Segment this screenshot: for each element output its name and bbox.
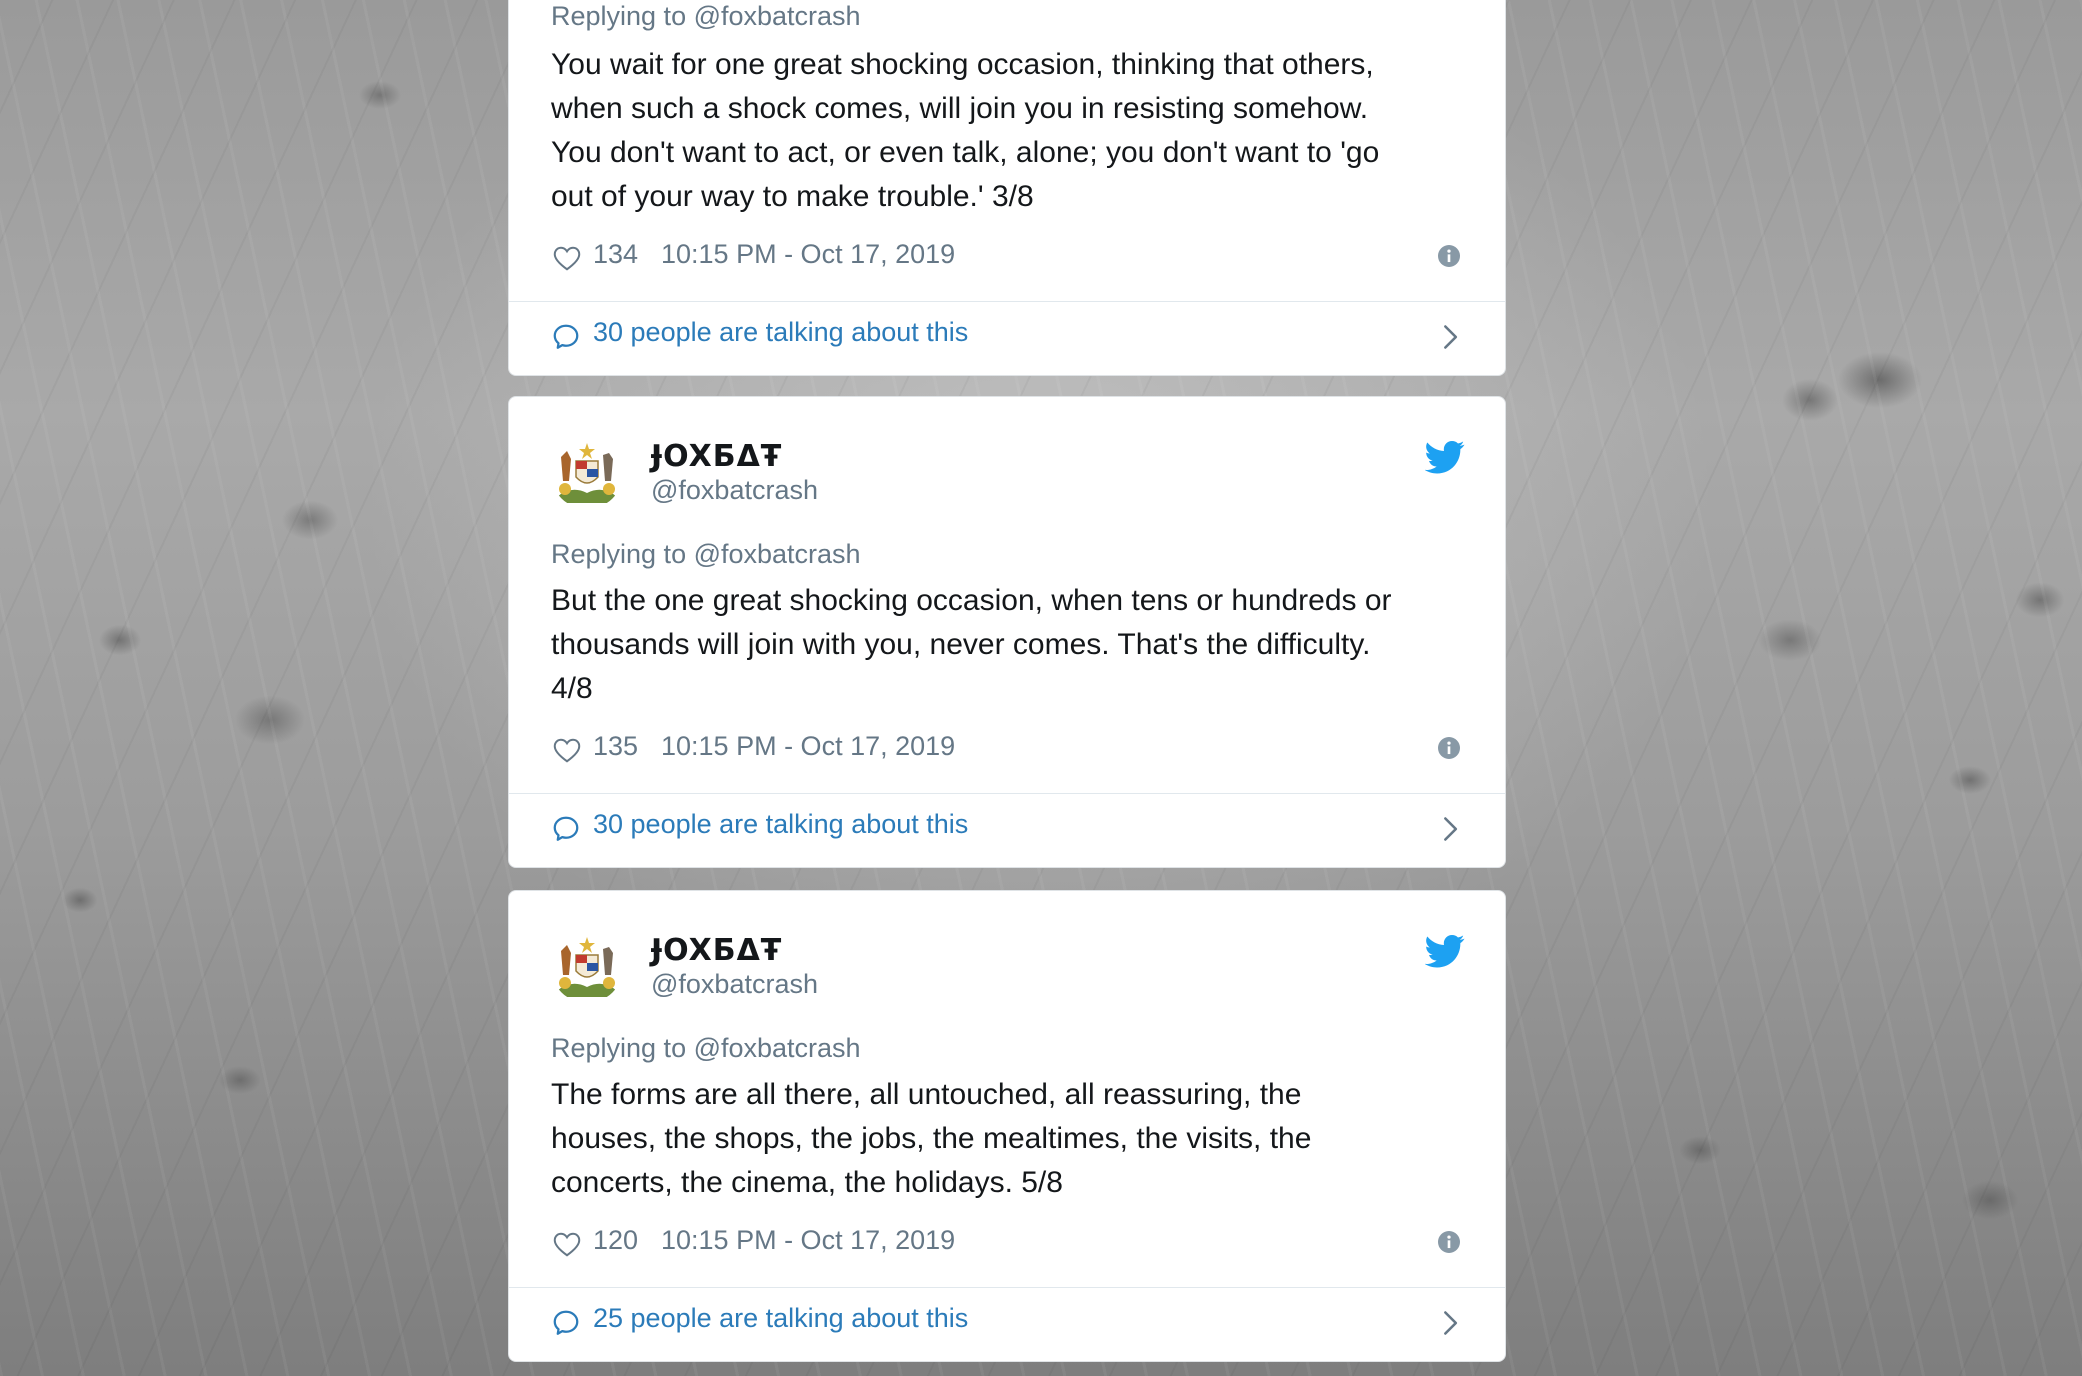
heart-icon[interactable]	[551, 1229, 583, 1259]
coat-of-arms-avatar	[551, 437, 623, 509]
speech-bubble-icon	[553, 1310, 579, 1335]
tweet-text-line: concerts, the cinema, the holidays. 5/8	[551, 1166, 1063, 1199]
chevron-right-icon[interactable]	[1439, 1309, 1461, 1337]
tweet-text-line: The forms are all there, all untouched, …	[551, 1078, 1302, 1111]
twitter-bird-icon[interactable]	[1425, 931, 1465, 971]
chevron-right-icon[interactable]	[1439, 815, 1461, 843]
tweet-meta: 134 10:15 PM - Oct 17, 2019	[551, 239, 1465, 279]
tweet-text: But the one great shocking occasion, whe…	[551, 579, 1471, 711]
avatar[interactable]	[551, 437, 623, 509]
tweet-header: ɈOXБΔŦ @foxbatcrash	[551, 931, 1465, 1011]
tweet-text: The forms are all there, all untouched, …	[551, 1073, 1471, 1205]
replying-to[interactable]: Replying to @foxbatcrash	[551, 1033, 861, 1064]
tweet-text: You wait for one great shocking occasion…	[551, 43, 1471, 219]
tweet-text-line: when such a shock comes, will join you i…	[551, 92, 1369, 125]
embedded-tweet: Replying to @foxbatcrash You wait for on…	[508, 0, 1506, 376]
divider	[509, 1287, 1505, 1288]
tweet-header: ɈOXБΔŦ @foxbatcrash	[551, 437, 1465, 517]
conversation-link[interactable]: 25 people are talking about this	[551, 1303, 1465, 1343]
talking-count-label[interactable]: 25 people are talking about this	[593, 1303, 968, 1334]
tweet-text-line: houses, the shops, the jobs, the mealtim…	[551, 1122, 1312, 1155]
screen-name[interactable]: @foxbatcrash	[651, 475, 818, 506]
embedded-tweet: ɈOXБΔŦ @foxbatcrash Replying to @foxbatc…	[508, 890, 1506, 1362]
tweet-text-line: 4/8	[551, 672, 593, 705]
conversation-link[interactable]: 30 people are talking about this	[551, 317, 1465, 357]
divider	[509, 301, 1505, 302]
divider	[509, 793, 1505, 794]
avatar[interactable]	[551, 931, 623, 1003]
tweet-text-line: You wait for one great shocking occasion…	[551, 48, 1374, 81]
tweet-meta: 120 10:15 PM - Oct 17, 2019	[551, 1225, 1465, 1265]
heart-icon[interactable]	[551, 735, 583, 765]
embedded-tweet: ɈOXБΔŦ @foxbatcrash Replying to @foxbatc…	[508, 396, 1506, 868]
replying-to[interactable]: Replying to @foxbatcrash	[551, 539, 861, 570]
tweet-text-line: out of your way to make trouble.' 3/8	[551, 180, 1034, 213]
tweet-text-line: You don't want to act, or even talk, alo…	[551, 136, 1380, 169]
replying-to[interactable]: Replying to @foxbatcrash	[551, 1, 861, 32]
tweet-text-line: thousands will join with you, never come…	[551, 628, 1371, 661]
speech-bubble-icon	[553, 816, 579, 841]
display-name[interactable]: ɈOXБΔŦ	[651, 933, 782, 968]
display-name[interactable]: ɈOXБΔŦ	[651, 439, 782, 474]
tweet-meta: 135 10:15 PM - Oct 17, 2019	[551, 731, 1465, 771]
speech-bubble-icon	[553, 324, 579, 349]
tweet-text-line: But the one great shocking occasion, whe…	[551, 584, 1392, 617]
twitter-bird-icon[interactable]	[1425, 437, 1465, 477]
chevron-right-icon[interactable]	[1439, 323, 1461, 351]
talking-count-label[interactable]: 30 people are talking about this	[593, 317, 968, 348]
screen-name[interactable]: @foxbatcrash	[651, 969, 818, 1000]
like-count[interactable]: 134	[593, 239, 638, 270]
heart-icon[interactable]	[551, 243, 583, 273]
tweet-timestamp[interactable]: 10:15 PM - Oct 17, 2019	[661, 239, 955, 270]
like-count[interactable]: 120	[593, 1225, 638, 1256]
info-icon[interactable]	[1438, 737, 1460, 759]
talking-count-label[interactable]: 30 people are talking about this	[593, 809, 968, 840]
tweet-timestamp[interactable]: 10:15 PM - Oct 17, 2019	[661, 1225, 955, 1256]
tweet-timestamp[interactable]: 10:15 PM - Oct 17, 2019	[661, 731, 955, 762]
coat-of-arms-avatar	[551, 931, 623, 1003]
conversation-link[interactable]: 30 people are talking about this	[551, 809, 1465, 849]
info-icon[interactable]	[1438, 1231, 1460, 1253]
like-count[interactable]: 135	[593, 731, 638, 762]
info-icon[interactable]	[1438, 245, 1460, 267]
